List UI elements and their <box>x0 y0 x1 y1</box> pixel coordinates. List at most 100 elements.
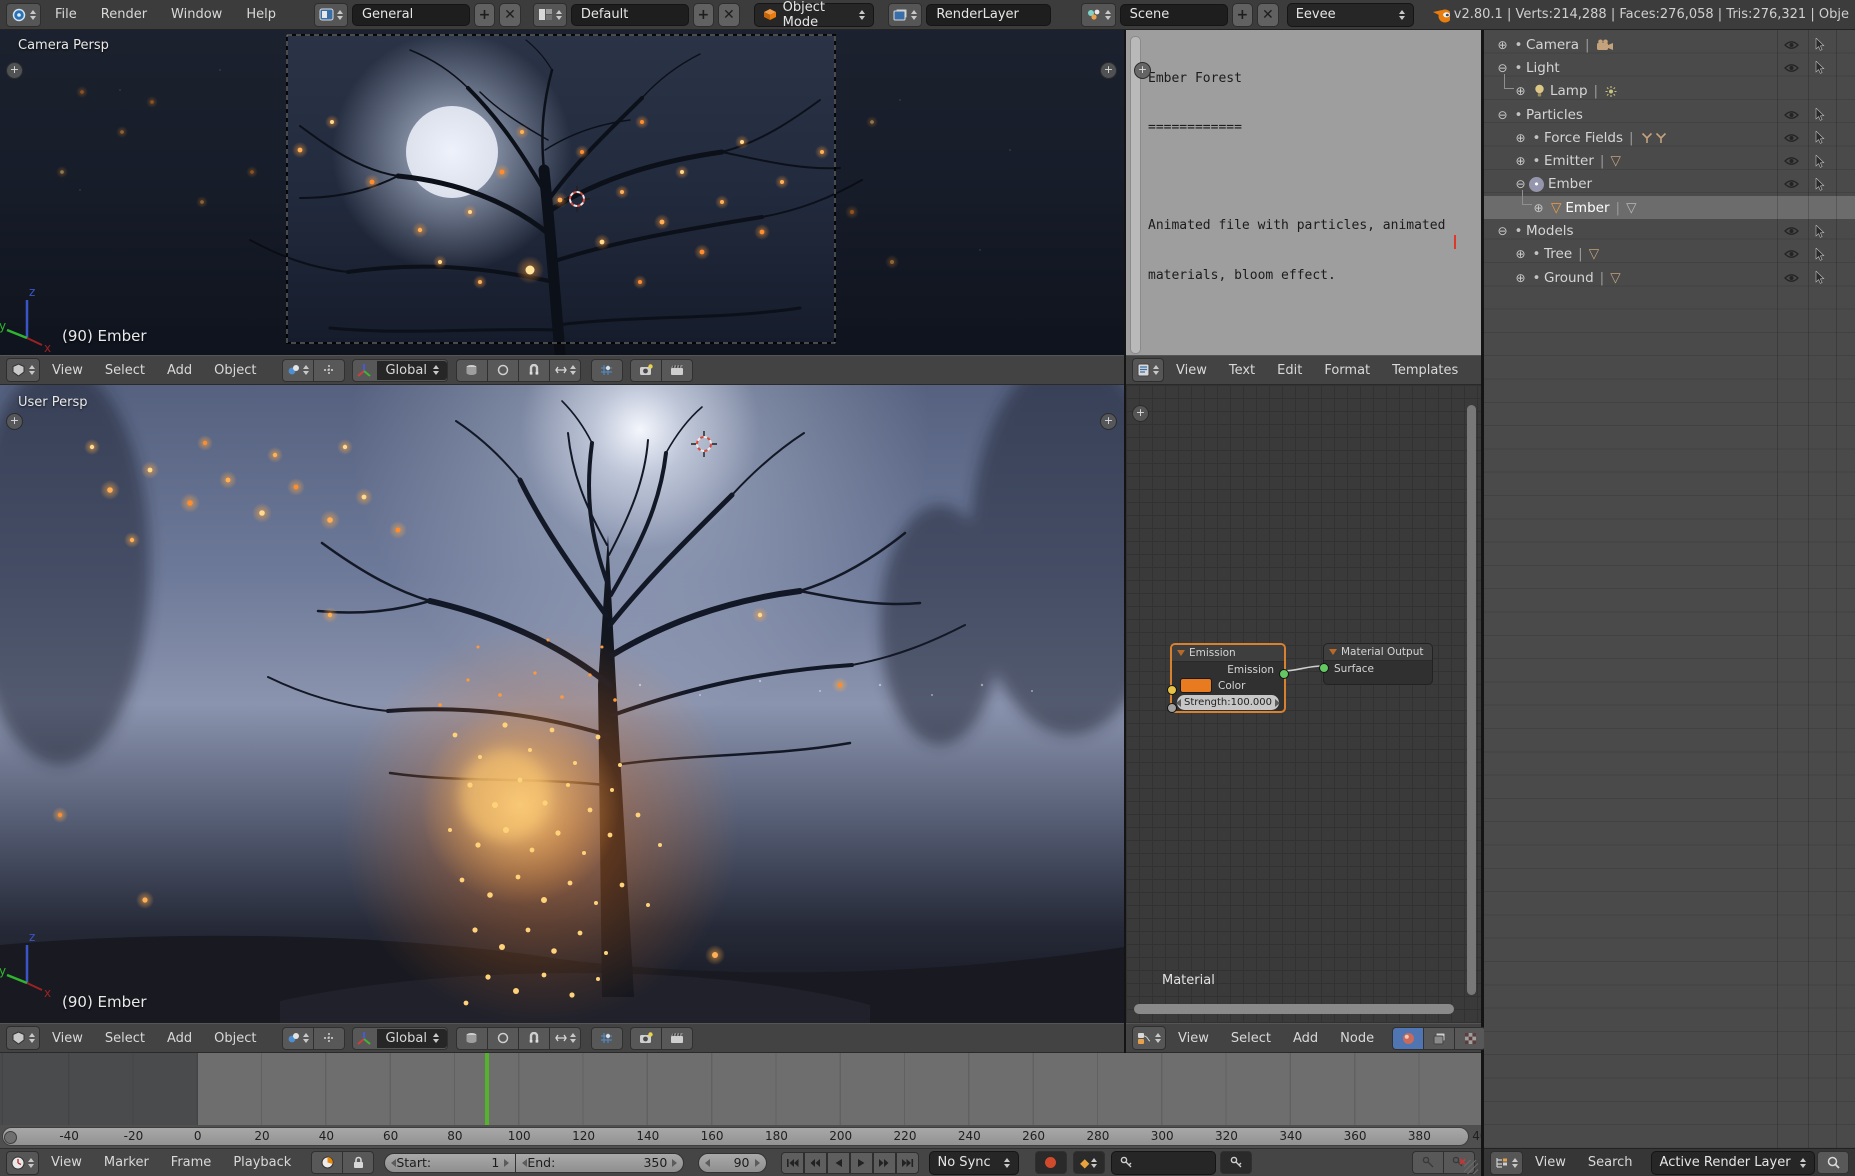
scrollbar-handle-icon[interactable] <box>4 1131 17 1144</box>
render-engine-dropdown[interactable]: Eevee <box>1287 3 1414 27</box>
editor-type-button-text[interactable] <box>1132 358 1164 382</box>
insert-keyframe-button-2[interactable] <box>1412 1151 1443 1174</box>
editor-type-button-node[interactable] <box>1132 1026 1166 1050</box>
outliner-row-camera[interactable]: ⊕ • Camera | <box>1484 33 1855 56</box>
eye-icon[interactable] <box>1784 133 1799 143</box>
menu-view[interactable]: View <box>1168 1031 1219 1046</box>
keying-mode-dropdown[interactable]: ◆ <box>1073 1151 1105 1174</box>
outliner-row-models[interactable]: ⊖ • Models <box>1484 219 1855 242</box>
snap-with-dropdown[interactable] <box>549 1027 581 1050</box>
scene-field[interactable]: Scene <box>1120 4 1228 26</box>
shader-node-editor[interactable]: Emission Emission Color Strength:100.000… <box>1126 385 1481 1023</box>
eye-icon[interactable] <box>1784 63 1799 73</box>
collapse-icon[interactable]: ⊖ <box>1494 61 1511 75</box>
outliner-row-ember-collection[interactable]: ⊖ • Ember <box>1484 173 1855 196</box>
render-animation-button[interactable] <box>661 359 693 382</box>
menu-marker[interactable]: Marker <box>94 1155 159 1170</box>
overlap-grid-button[interactable] <box>591 1027 623 1050</box>
menu-view[interactable]: View <box>42 1031 93 1046</box>
color-input-socket[interactable] <box>1167 685 1177 695</box>
pointer-icon[interactable] <box>1815 271 1825 284</box>
menu-view[interactable]: View <box>1525 1155 1576 1170</box>
outliner-item-label[interactable]: Ground <box>1544 270 1594 286</box>
expand-icon[interactable]: ⊕ <box>1512 84 1529 98</box>
auto-keyframe-toggle[interactable] <box>1035 1151 1067 1174</box>
overlap-grid-button[interactable] <box>591 359 623 382</box>
insert-keyframe-button[interactable] <box>1220 1151 1252 1174</box>
lock-range-button[interactable] <box>342 1151 374 1174</box>
play-button[interactable] <box>850 1152 873 1174</box>
menu-select[interactable]: Select <box>95 363 155 378</box>
menu-view[interactable]: View <box>41 1155 92 1170</box>
expand-icon[interactable]: ⊕ <box>1512 154 1529 168</box>
scene-close-button[interactable]: ✕ <box>1257 3 1279 27</box>
eye-icon[interactable] <box>1784 179 1799 189</box>
display-mode-dropdown[interactable]: Active Render Layer <box>1651 1151 1815 1175</box>
viewport-user[interactable]: z y x User Persp (90) Ember + + <box>0 385 1124 1023</box>
jump-to-end-button[interactable] <box>896 1152 919 1174</box>
layout-close-button[interactable]: ✕ <box>718 3 740 27</box>
eye-icon[interactable] <box>1784 249 1799 259</box>
eye-icon[interactable] <box>1784 273 1799 283</box>
collapse-icon[interactable]: ⊖ <box>1494 224 1511 238</box>
eye-icon[interactable] <box>1784 156 1799 166</box>
increment-arrow[interactable] <box>504 1159 509 1167</box>
menu-edit[interactable]: Edit <box>1267 363 1312 378</box>
collapse-triangle-icon[interactable] <box>1177 650 1185 656</box>
viewport-camera[interactable]: z y x Camera Persp (90) Ember + + <box>0 30 1124 355</box>
prev-keyframe-button[interactable] <box>804 1152 827 1174</box>
timeline-playhead[interactable] <box>485 1053 489 1125</box>
collapse-triangle-icon[interactable] <box>1329 649 1337 655</box>
menu-file[interactable]: File <box>45 7 87 22</box>
strength-input-socket[interactable] <box>1167 703 1177 713</box>
menu-search[interactable]: Search <box>1578 1155 1643 1170</box>
menu-view[interactable]: View <box>1166 363 1217 378</box>
layout-add-button[interactable]: + <box>693 3 715 27</box>
expand-icon[interactable]: ⊕ <box>1512 271 1529 285</box>
expand-icon[interactable]: ⊕ <box>1494 38 1511 52</box>
workspace-type-button[interactable] <box>314 3 348 27</box>
jump-to-start-button[interactable] <box>781 1152 804 1174</box>
slider-left-arrow[interactable] <box>1176 699 1181 707</box>
pivot-point-dropdown[interactable] <box>282 359 313 382</box>
layout-name-field[interactable]: Default <box>571 4 689 26</box>
outliner-item-label[interactable]: Particles <box>1526 107 1583 123</box>
text-editor[interactable]: Ember Forest ============ Animated file … <box>1126 30 1481 355</box>
toolbar-expand-button[interactable]: + <box>6 62 23 79</box>
frame-start-field[interactable]: Start: 1 <box>384 1153 516 1173</box>
pointer-icon[interactable] <box>1815 225 1825 238</box>
emission-color-swatch[interactable] <box>1180 678 1212 693</box>
topbar-editor-type-button[interactable] <box>6 3 41 27</box>
menu-frame[interactable]: Frame <box>161 1155 222 1170</box>
corner-resize-handle[interactable] <box>1464 1160 1478 1174</box>
menu-format[interactable]: Format <box>1314 363 1380 378</box>
menu-render[interactable]: Render <box>91 7 157 22</box>
sync-mode-dropdown[interactable]: No Sync <box>929 1151 1019 1175</box>
eye-icon[interactable] <box>1784 226 1799 236</box>
outliner[interactable]: ⊕ • Camera | ⊖ • Light ⊕ <box>1484 30 1855 1148</box>
transform-gizmo-toggle[interactable] <box>313 359 345 382</box>
menu-playback[interactable]: Playback <box>223 1155 301 1170</box>
workspace-add-button[interactable]: + <box>474 3 496 27</box>
menu-window[interactable]: Window <box>161 7 232 22</box>
pointer-icon[interactable] <box>1815 155 1825 168</box>
render-image-button[interactable] <box>630 1027 661 1050</box>
material-output-node-header[interactable]: Material Output <box>1324 644 1432 661</box>
menu-add[interactable]: Add <box>1283 1031 1328 1046</box>
increment-arrow[interactable] <box>672 1159 677 1167</box>
snap-magnet-toggle[interactable] <box>518 1027 549 1050</box>
outliner-row-ember-object[interactable]: ⊕ ▽ Ember | ▽ <box>1484 196 1855 219</box>
pivot-point-dropdown[interactable] <box>282 1027 313 1050</box>
pointer-icon[interactable] <box>1815 108 1825 121</box>
material-output-node[interactable]: Material Output Surface <box>1323 643 1433 685</box>
slider-right-arrow[interactable] <box>1275 699 1280 707</box>
current-frame-field[interactable]: 90 <box>698 1153 766 1173</box>
pointer-icon[interactable] <box>1815 248 1825 261</box>
text-editor-scrollbar[interactable] <box>1130 36 1141 354</box>
collapse-icon[interactable]: ⊖ <box>1494 108 1511 122</box>
timeline-tick-strip[interactable]: -40-200 204060 80100120 140160180 200220… <box>0 1125 1481 1148</box>
renderlayer-field[interactable]: RenderLayer <box>926 4 1050 26</box>
filter-search-button[interactable] <box>1817 1151 1849 1174</box>
workspace-close-button[interactable]: ✕ <box>499 3 521 27</box>
outliner-row-force-fields[interactable]: ⊕ • Force Fields | <box>1484 126 1855 149</box>
